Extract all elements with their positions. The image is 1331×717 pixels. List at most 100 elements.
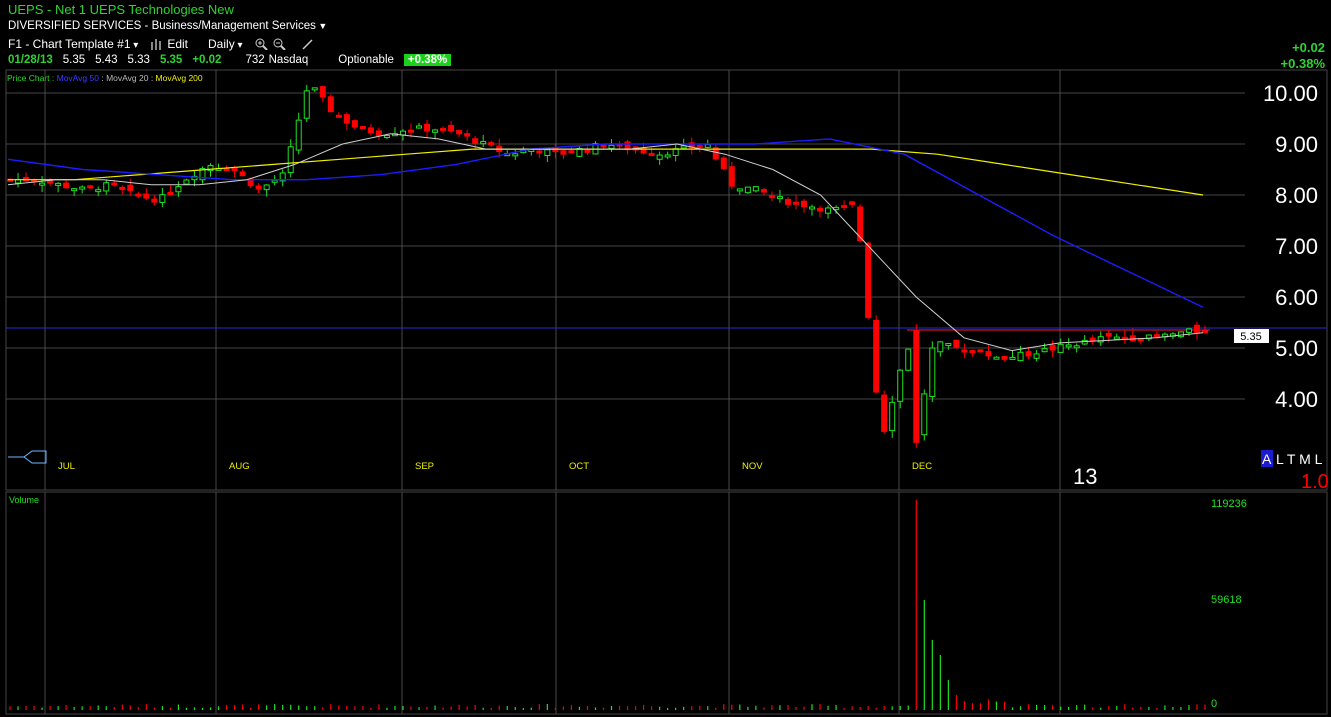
candle-body xyxy=(608,144,615,149)
candle-body xyxy=(929,347,936,397)
candle-body xyxy=(937,341,944,353)
candle-body xyxy=(873,319,880,393)
candle-body xyxy=(440,127,447,131)
candle-body xyxy=(416,125,423,129)
ma20-line xyxy=(7,133,1204,352)
candle-body xyxy=(881,394,888,432)
candle-body xyxy=(127,184,134,191)
price-chart[interactable]: 10.00 9.00 8.00 7.00 6.00 5.00 4.00 JUL AUG SEP O… xyxy=(0,0,1331,717)
candle-body xyxy=(800,200,807,208)
candle-body xyxy=(432,129,439,133)
candle-body xyxy=(776,196,783,200)
candle-body xyxy=(456,130,463,135)
candle-body xyxy=(1057,343,1064,353)
candle-body xyxy=(448,124,455,132)
candle-body xyxy=(624,141,631,151)
candle-body xyxy=(1025,351,1032,357)
candle-body xyxy=(303,90,310,119)
candle-body xyxy=(560,150,567,155)
candle-body xyxy=(383,134,390,138)
candle-body xyxy=(760,189,767,193)
candle-body xyxy=(672,148,679,157)
candle-body xyxy=(1073,345,1080,349)
candle-body xyxy=(1177,331,1184,338)
candle-body xyxy=(961,349,968,353)
candle-body xyxy=(841,205,848,209)
candle-body xyxy=(464,133,471,137)
candle-body xyxy=(993,356,1000,360)
month-label: JUL xyxy=(58,461,75,472)
candle-body xyxy=(809,206,816,210)
candle-body xyxy=(1105,332,1112,337)
candle-body xyxy=(849,201,856,205)
candle-body xyxy=(408,129,415,133)
volume-tick-mid: 59618 xyxy=(1211,594,1242,606)
candle-body xyxy=(1153,334,1160,338)
price-tick-label: 7.00 xyxy=(1275,234,1318,259)
candle-body xyxy=(728,166,735,187)
candle-body xyxy=(287,146,294,174)
candle-body xyxy=(1001,355,1008,360)
candle-body xyxy=(311,87,318,91)
candle-body xyxy=(263,184,270,191)
candle-body xyxy=(335,114,342,118)
price-tick-label: 4.00 xyxy=(1275,387,1318,412)
grid-lines xyxy=(6,70,1245,714)
ma50-line xyxy=(7,138,1204,308)
candle-body xyxy=(399,130,406,136)
candle-body xyxy=(897,369,904,402)
candle-body xyxy=(905,348,912,371)
candle-body xyxy=(704,144,711,148)
candle-body xyxy=(143,193,150,199)
month-label: AUG xyxy=(229,461,250,472)
candle-body xyxy=(95,189,102,193)
candle-body xyxy=(79,186,86,190)
candle-body xyxy=(472,138,479,144)
ma200-line xyxy=(8,148,1204,196)
candle-body xyxy=(1009,356,1016,360)
candle-body xyxy=(55,182,62,186)
candle-body xyxy=(271,179,278,183)
price-panel-frame xyxy=(5,69,1328,491)
candle-body xyxy=(480,140,487,145)
month-label: SEP xyxy=(415,461,434,472)
candle-body xyxy=(696,145,703,149)
candle-body xyxy=(1129,335,1136,342)
candle-body xyxy=(1193,324,1200,333)
candle-body xyxy=(1185,328,1192,333)
candle-body xyxy=(584,149,591,153)
candle-body xyxy=(183,179,190,185)
rating-value: 1.0 xyxy=(1301,471,1329,493)
candle-body xyxy=(351,120,358,128)
candle-body xyxy=(119,186,126,190)
candle-body xyxy=(1089,337,1096,341)
price-tick-label: 5.00 xyxy=(1275,336,1318,361)
rating-a: A xyxy=(1262,451,1272,467)
candle-body xyxy=(720,157,727,169)
candle-body xyxy=(792,201,799,205)
price-axis: 10.00 9.00 8.00 7.00 6.00 5.00 4.00 xyxy=(1263,81,1318,412)
month-labels: JUL AUG SEP OCT NOV DEC xyxy=(58,461,932,472)
candle-body xyxy=(736,188,743,192)
volume-bars xyxy=(9,500,1206,710)
year-label: 13 xyxy=(1073,464,1097,489)
candle-body xyxy=(295,119,302,151)
candle-body xyxy=(664,154,671,158)
candle-body xyxy=(536,150,543,154)
scroll-handle[interactable] xyxy=(8,450,47,464)
candle-body xyxy=(768,195,775,199)
candle-body xyxy=(71,188,78,192)
candle-body xyxy=(977,349,984,353)
candle-body xyxy=(568,150,575,154)
candle-body xyxy=(103,182,110,192)
volume-tick-zero: 0 xyxy=(1211,698,1217,710)
candle-body xyxy=(239,171,246,177)
price-tick-label: 8.00 xyxy=(1275,183,1318,208)
month-label: DEC xyxy=(912,461,932,472)
candle-body xyxy=(63,182,70,189)
candle-body xyxy=(1041,348,1048,353)
month-label: NOV xyxy=(742,461,763,472)
candle-body xyxy=(1065,344,1072,348)
candle-body xyxy=(945,342,952,346)
candle-body xyxy=(544,149,551,157)
